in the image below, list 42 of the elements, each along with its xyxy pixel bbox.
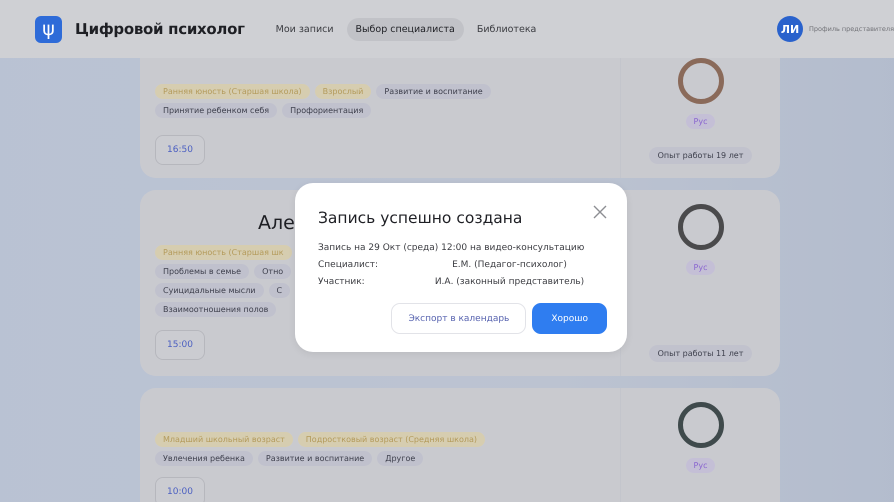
topic-tag: Другое [377, 451, 424, 466]
export-button[interactable]: Экспорт в календарь [391, 303, 526, 334]
appointment-summary: Запись на 29 Окт (среда) 12:00 на видео-консультацию [318, 243, 586, 253]
age-tag: Младший школьный возраст [155, 432, 293, 447]
topic-tag: Увлечения ребенка [155, 451, 253, 466]
profile-avatar[interactable]: ЛИ [777, 16, 804, 42]
detail-value: И.А. (законный представитель) [434, 277, 586, 287]
detail-label: Участник: [318, 277, 366, 287]
time-slot-button[interactable]: 15:00 [155, 330, 205, 360]
language-tag: Рус [686, 114, 716, 129]
dialog-title: Запись успешно создана [318, 209, 522, 227]
topic-tag: Проблемы в семье [155, 264, 250, 279]
topic-tag: Принятие ребенком себя [155, 103, 278, 118]
nav-tab[interactable]: Мои записи [266, 18, 343, 40]
topic-tag: С [268, 283, 290, 298]
age-tag: Ранняя юность (Старшая шк [155, 245, 292, 260]
photo-placeholder [678, 402, 724, 448]
topic-tag: Отно [254, 264, 292, 279]
age-tag: Ранняя юность (Старшая школа) [155, 84, 310, 99]
topic-tag: Развитие и воспитание [376, 84, 491, 99]
close-icon[interactable] [593, 205, 607, 219]
detail-label: Специалист: [318, 260, 380, 270]
nav-tab[interactable]: Библиотека [468, 18, 546, 40]
ok-button[interactable]: Хорошо [532, 303, 607, 334]
time-slot-button[interactable]: 16:50 [155, 135, 205, 165]
app-title: Цифровой психолог [75, 20, 245, 38]
nav-tab[interactable]: Выбор специалиста [346, 18, 464, 40]
topic-tag: Суицидальные мысли [155, 283, 264, 298]
topic-tag: Развитие и воспитание [258, 451, 372, 466]
logo-icon[interactable]: ψ [35, 16, 62, 42]
experience-tag: Опыт работы 11 лет [648, 345, 752, 362]
topic-tag: Профориентация [282, 103, 372, 118]
language-tag: Рус [686, 260, 716, 275]
age-tag: Подростковый возраст (Средняя школа) [298, 432, 486, 447]
detail-value: Е.М. (Педагог-психолог) [451, 260, 568, 270]
specialist-name: Але [258, 212, 295, 234]
time-slot-button[interactable]: 10:00 [155, 477, 205, 502]
language-tag: Рус [686, 458, 716, 473]
photo-placeholder [678, 204, 724, 250]
age-tag: Взрослый [314, 84, 372, 99]
topic-tag: Взаимоотношения полов [155, 302, 276, 317]
experience-tag: Опыт работы 19 лет [648, 147, 752, 164]
